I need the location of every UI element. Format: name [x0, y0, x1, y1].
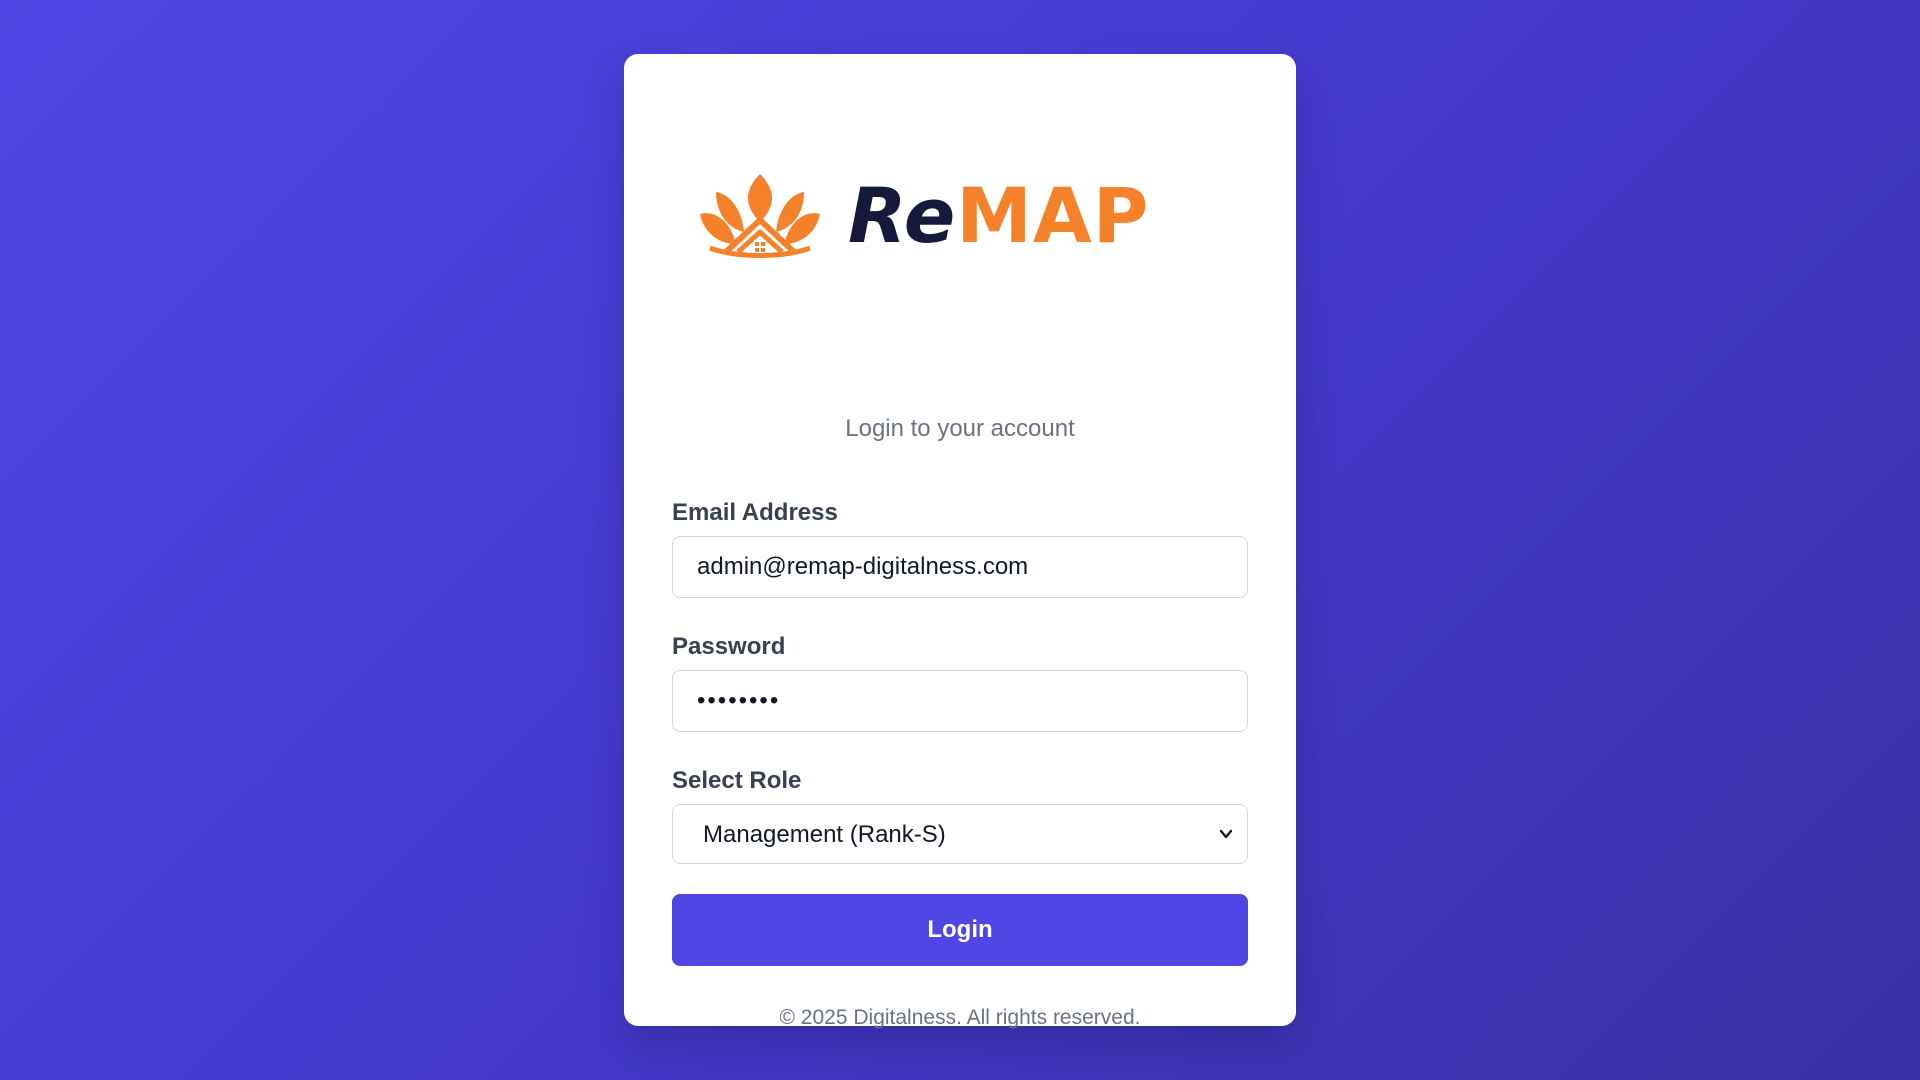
password-field[interactable]: [672, 670, 1248, 732]
login-subtitle: Login to your account: [845, 415, 1075, 442]
wordmark-re: Re: [848, 171, 957, 260]
login-button[interactable]: Login: [672, 894, 1248, 966]
role-select-value: Management (Rank-S): [703, 821, 946, 848]
email-field[interactable]: [672, 536, 1248, 598]
lotus-house-icon: [700, 174, 820, 258]
chevron-down-icon: [1219, 829, 1233, 839]
remap-logo: ReMAP: [696, 166, 1216, 266]
remap-wordmark: ReMAP: [848, 178, 1149, 254]
password-label: Password: [672, 633, 786, 660]
email-label: Email Address: [672, 499, 838, 526]
copyright-footer: © 2025 Digitalness. All rights reserved.: [779, 1006, 1141, 1029]
role-label: Select Role: [672, 767, 802, 794]
login-card: ReMAP Login to your account Email Addres…: [624, 54, 1296, 1029]
role-select[interactable]: Management (Rank-S): [672, 804, 1248, 864]
wordmark-map: MAP: [956, 171, 1150, 260]
